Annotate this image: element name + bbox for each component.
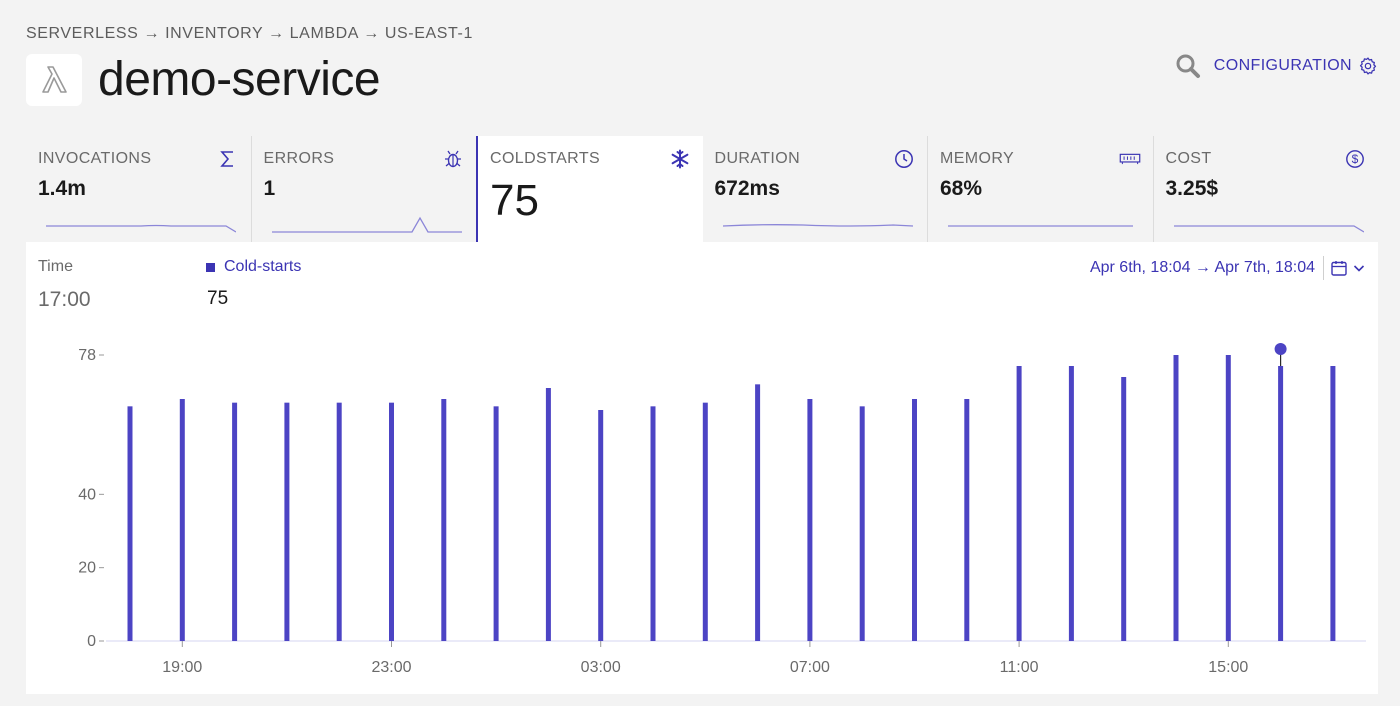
metric-label: INVOCATIONS [38, 150, 152, 167]
date-range-text[interactable]: Apr 6th, 18:04 → Apr 7th, 18:04 [1090, 259, 1315, 277]
tooltip-time-value: 17:00 [38, 288, 91, 311]
y-tick-label: 40 [78, 486, 96, 503]
chart-bar [545, 388, 551, 641]
metric-duration[interactable]: DURATION 672ms [703, 136, 928, 242]
date-range-picker: Apr 6th, 18:04 → Apr 7th, 18:04 [1090, 256, 1366, 280]
metric-memory[interactable]: MEMORY 68% [928, 136, 1154, 242]
chart-bar [232, 402, 238, 641]
legend-label: Cold-starts [224, 258, 302, 275]
sigma-icon [217, 148, 239, 170]
tooltip-series-value: 75 [207, 288, 229, 309]
metric-value: 672ms [714, 177, 780, 200]
bug-icon [442, 148, 464, 170]
chart-bar [493, 406, 499, 641]
sparkline [722, 224, 913, 227]
x-tick-label: 15:00 [1208, 659, 1248, 676]
chart-bar [441, 399, 447, 641]
gear-icon [1358, 56, 1378, 76]
coldstarts-chart[interactable]: 0 20 40 78 19:00 23:00 03:00 07:00 11:00 15:00 [26, 242, 1378, 694]
metric-label: MEMORY [940, 150, 1015, 167]
x-tick-label: 19:00 [162, 659, 202, 676]
hover-indicator-dot [1274, 343, 1287, 355]
configuration-label: CONFIGURATION [1213, 57, 1352, 74]
metric-value: 68% [940, 177, 983, 200]
x-tick-label: 23:00 [371, 659, 411, 676]
chart-bar [1173, 355, 1179, 641]
svg-text:$: $ [1352, 152, 1359, 166]
chart-bar [598, 410, 604, 641]
chart-bar [702, 402, 708, 641]
sparkline [948, 225, 1133, 227]
y-tick-label: 78 [78, 347, 96, 364]
divider [1323, 256, 1324, 280]
sparkline [1173, 225, 1364, 233]
chart-bar [1068, 366, 1074, 641]
chart-bar [1330, 366, 1336, 641]
legend-swatch [206, 262, 215, 272]
chart-bar [1121, 377, 1127, 641]
calendar-dropdown-button[interactable] [1330, 259, 1366, 277]
chart-bar [1278, 366, 1284, 641]
chart-bar [284, 402, 290, 641]
breadcrumb[interactable]: SERVERLESS → INVENTORY → LAMBDA → US-EAS… [26, 25, 473, 43]
chart-bar [1225, 355, 1231, 641]
chart-bar [859, 406, 865, 641]
chart-bar [912, 399, 917, 641]
metric-errors[interactable]: ERRORS 1 [252, 136, 477, 242]
clock-icon [893, 148, 915, 170]
y-tick-label: 0 [87, 633, 96, 650]
dollar-icon: $ [1344, 148, 1366, 170]
metric-value: 1.4m [38, 177, 86, 200]
header-actions: CONFIGURATION [1174, 52, 1378, 80]
metric-label: COLDSTARTS [490, 150, 601, 167]
x-tick-label: 11:00 [1000, 659, 1039, 676]
metric-label: COST [1165, 150, 1212, 167]
configuration-button[interactable]: CONFIGURATION [1214, 56, 1378, 76]
metric-label: ERRORS [263, 150, 335, 167]
chart-panel: 0 20 40 78 19:00 23:00 03:00 07:00 11:00 15:00 Ti… [26, 242, 1378, 694]
memory-icon [1119, 148, 1141, 170]
legend-item-cold-starts[interactable]: Cold-starts [206, 258, 301, 276]
chart-bar [1016, 366, 1022, 641]
metric-cost[interactable]: COST 3.25$ $ [1154, 136, 1379, 242]
lambda-icon [42, 66, 67, 93]
chevron-down-icon [1353, 265, 1365, 272]
chart-bar [389, 402, 394, 641]
chart-bar [127, 406, 133, 641]
metric-value: 3.25$ [1165, 177, 1219, 200]
chart-bar [807, 399, 813, 641]
tooltip-time-label: Time [38, 258, 73, 275]
snowflake-icon [669, 148, 691, 170]
page-title: demo-service [98, 53, 381, 106]
y-tick-label: 20 [78, 560, 96, 577]
sparkline [271, 216, 462, 233]
metric-coldstarts[interactable]: COLDSTARTS 75 [476, 136, 703, 242]
lambda-logo [26, 54, 82, 106]
metric-value: 75 [490, 176, 539, 225]
search-button[interactable] [1174, 52, 1202, 80]
chart-bar [964, 399, 970, 641]
calendar-icon [1331, 261, 1347, 276]
x-tick-label: 07:00 [790, 659, 830, 676]
metric-value: 1 [263, 177, 276, 200]
x-tick-label: 03:00 [581, 659, 621, 676]
metric-label: DURATION [714, 150, 801, 167]
chart-bar [755, 384, 761, 641]
chart-bar [336, 402, 342, 641]
chart-bar [650, 406, 656, 641]
metrics-row: INVOCATIONS 1.4m ERRORS 1 COLDSTARTS 75 … [26, 136, 1378, 242]
chart-bar [179, 399, 185, 641]
metric-invocations[interactable]: INVOCATIONS 1.4m [26, 136, 252, 242]
search-icon [1176, 54, 1200, 78]
sparkline [46, 224, 236, 233]
